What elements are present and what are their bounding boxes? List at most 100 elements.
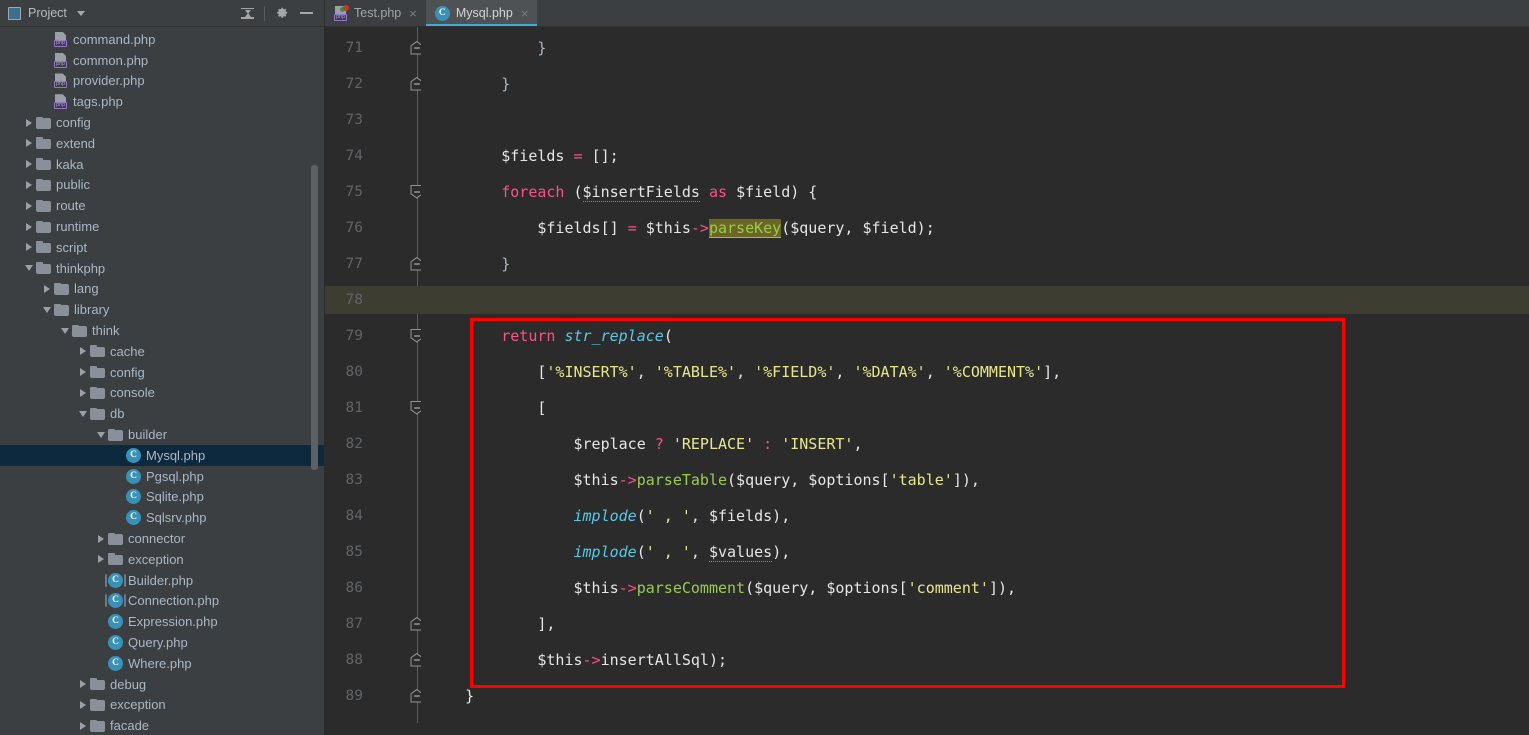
expand-arrow-icon[interactable]: [76, 368, 90, 377]
code-editor-surface[interactable]: } } $fields = []; foreach ($insertFields…: [421, 27, 1529, 735]
tree-item-sqlite-php[interactable]: C Sqlite.php: [0, 487, 325, 508]
project-title-label: Project: [28, 6, 67, 20]
tree-item-builder[interactable]: builder: [0, 424, 325, 445]
tree-item-mysql-php[interactable]: C Mysql.php: [0, 444, 325, 466]
expand-arrow-icon[interactable]: [22, 160, 36, 169]
close-icon[interactable]: ×: [521, 7, 529, 20]
tree-item-label: config: [56, 115, 91, 131]
minimize-panel-button[interactable]: [294, 2, 319, 25]
expand-arrow-icon[interactable]: [22, 201, 36, 210]
project-title-button[interactable]: Project: [8, 6, 85, 20]
tree-item-label: kaka: [56, 156, 84, 172]
tree-item-think[interactable]: think: [0, 320, 325, 341]
tree-item-script[interactable]: script: [0, 237, 325, 258]
expand-arrow-icon[interactable]: [22, 180, 36, 189]
tree-item-label: extend: [56, 135, 96, 151]
chevron-down-icon[interactable]: [76, 10, 85, 16]
minimize-icon: [300, 12, 313, 14]
tree-item-exception[interactable]: exception: [0, 695, 325, 716]
code-line: $this->parseComment($query, $options['co…: [573, 579, 1017, 597]
editor-tab-test-php[interactable]: php Test.php ×: [325, 0, 426, 26]
line-number: 71: [345, 40, 363, 56]
code-line: }: [429, 39, 547, 57]
line-number: 81: [345, 400, 363, 416]
tree-item-builder-php[interactable]: C Builder.php: [0, 570, 325, 591]
code-line: implode(' , ', $fields),: [573, 507, 791, 525]
tree-item-tags-php[interactable]: php tags.php: [0, 91, 325, 112]
tree-item-config[interactable]: config: [0, 362, 325, 383]
code-line: $fields[] = $this->parseKey($query, $fie…: [537, 219, 935, 238]
tree-item-db[interactable]: db: [0, 403, 325, 424]
expand-arrow-icon[interactable]: [76, 700, 90, 709]
line-number: 83: [345, 472, 363, 488]
tree-item-provider-php[interactable]: php provider.php: [0, 71, 325, 92]
expand-arrow-icon[interactable]: [22, 243, 36, 252]
tree-item-kaka[interactable]: kaka: [0, 154, 325, 175]
project-file-tree[interactable]: php command.php php common.php php provider.p…: [0, 27, 325, 735]
editor-gutter[interactable]: 71 72 73 74 75 76 77 78 79 80 81 82 83 84 85 86 87 88 89: [325, 27, 423, 735]
tree-item-console[interactable]: console: [0, 383, 325, 404]
expand-arrow-icon[interactable]: [76, 347, 90, 356]
folder-icon: [90, 386, 105, 399]
tree-item-query-php[interactable]: C Query.php: [0, 632, 325, 653]
code-line: }: [465, 687, 475, 705]
expand-arrow-icon[interactable]: [94, 534, 108, 543]
code-line: implode(' , ', $values),: [573, 543, 791, 562]
tree-item-label: Pgsql.php: [146, 468, 204, 484]
tree-item-cache[interactable]: cache: [0, 341, 325, 362]
line-number: 89: [345, 688, 363, 704]
php-file-icon: php: [54, 94, 68, 110]
tree-item-facade[interactable]: facade: [0, 715, 325, 735]
tree-item-exception[interactable]: exception: [0, 549, 325, 570]
expand-arrow-icon[interactable]: [22, 139, 36, 148]
close-icon[interactable]: ×: [409, 7, 417, 20]
collapse-arrow-icon[interactable]: [22, 265, 36, 272]
tree-item-pgsql-php[interactable]: C Pgsql.php: [0, 466, 325, 487]
tree-item-public[interactable]: public: [0, 175, 325, 196]
collapse-arrow-icon[interactable]: [58, 327, 72, 334]
tree-item-sqlsrv-php[interactable]: C Sqlsrv.php: [0, 507, 325, 528]
expand-arrow-icon[interactable]: [76, 388, 90, 397]
tree-item-runtime[interactable]: runtime: [0, 216, 325, 237]
collapse-all-button[interactable]: [235, 2, 260, 25]
tree-item-lang[interactable]: lang: [0, 279, 325, 300]
collapse-arrow-icon[interactable]: [40, 306, 54, 313]
tree-item-expression-php[interactable]: C Expression.php: [0, 611, 325, 632]
editor-tab-label: Test.php: [354, 6, 402, 20]
tree-item-label: Builder.php: [128, 572, 194, 588]
collapse-arrow-icon[interactable]: [76, 410, 90, 417]
tree-item-command-php[interactable]: php command.php: [0, 29, 325, 50]
tree-item-library[interactable]: library: [0, 299, 325, 320]
tree-item-label: common.php: [73, 52, 149, 68]
expand-arrow-icon[interactable]: [22, 222, 36, 231]
editor-tab-mysql-php[interactable]: C Mysql.php ×: [425, 0, 538, 26]
line-number: 87: [345, 616, 363, 632]
expand-arrow-icon[interactable]: [94, 555, 108, 564]
expand-arrow-icon[interactable]: [22, 118, 36, 127]
expand-arrow-icon[interactable]: [40, 284, 54, 293]
line-number: 76: [345, 220, 363, 236]
code-line: $this->insertAllSql);: [537, 651, 728, 669]
php-file-icon: php: [54, 73, 68, 89]
project-toolbar: Project: [0, 0, 325, 27]
collapse-arrow-icon[interactable]: [94, 431, 108, 438]
php-class-icon: C: [108, 635, 123, 650]
tree-item-debug[interactable]: debug: [0, 674, 325, 695]
tree-item-label: Sqlite.php: [146, 489, 204, 505]
tree-item-label: public: [56, 177, 90, 193]
tree-item-label: db: [110, 406, 125, 422]
tree-item-config[interactable]: config: [0, 112, 325, 133]
tree-item-extend[interactable]: extend: [0, 133, 325, 154]
tree-item-label: Where.php: [128, 655, 192, 671]
tree-item-connection-php[interactable]: C Connection.php: [0, 591, 325, 612]
php-class-icon: C: [126, 510, 141, 526]
expand-arrow-icon[interactable]: [76, 680, 90, 689]
folder-icon: [36, 199, 51, 212]
tree-item-common-php[interactable]: php common.php: [0, 50, 325, 71]
tree-item-connector[interactable]: connector: [0, 528, 325, 549]
tree-item-thinkphp[interactable]: thinkphp: [0, 258, 325, 279]
tree-item-where-php[interactable]: C Where.php: [0, 653, 325, 674]
expand-arrow-icon[interactable]: [76, 721, 90, 730]
tree-item-route[interactable]: route: [0, 195, 325, 216]
settings-button[interactable]: [269, 2, 294, 25]
